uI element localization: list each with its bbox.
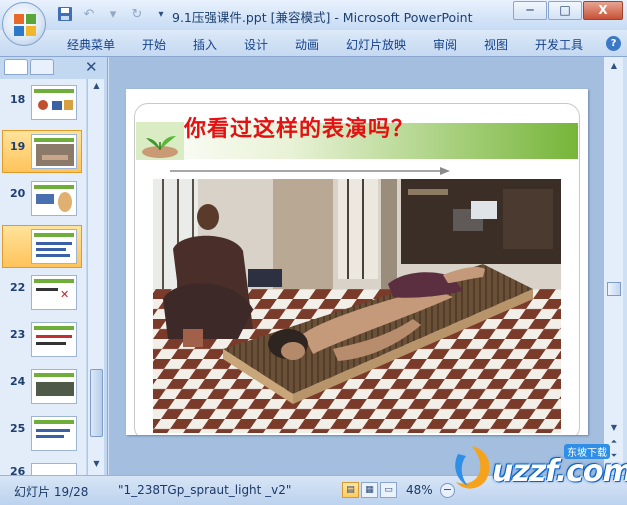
thumb-number: 23 xyxy=(10,328,26,341)
thumb-number: 20 xyxy=(10,187,26,200)
slide-sorter-icon[interactable]: ▦ xyxy=(361,482,378,498)
slide-thumbnail-18[interactable] xyxy=(31,85,77,120)
tab-animations[interactable]: 动画 xyxy=(295,36,319,53)
watermark-subtext: 东坡下载 xyxy=(564,444,610,459)
customize-qat-icon[interactable]: ▾ xyxy=(152,6,170,24)
save-icon[interactable] xyxy=(56,6,74,24)
thumb-number: 19 xyxy=(10,140,26,153)
window-controls: ─ □ X xyxy=(513,1,623,20)
thumbnail-scrollbar[interactable]: ▲ ▼ xyxy=(87,79,104,475)
tab-developer[interactable]: 开发工具 xyxy=(535,36,583,53)
slide-thumbnail-24[interactable] xyxy=(31,369,77,404)
slide-workspace: 你看过这样的表演吗？ xyxy=(109,57,603,475)
minimize-button[interactable]: ─ xyxy=(513,1,547,20)
scroll-thumb[interactable] xyxy=(90,369,103,437)
tab-slideshow[interactable]: 幻灯片放映 xyxy=(346,36,406,53)
thumbnail-list: 18 19 20 22 ✕ 23 24 25 26 xyxy=(0,79,86,475)
slide-title[interactable]: 你看过这样的表演吗？ xyxy=(184,111,414,143)
slide-thumbnail-19[interactable] xyxy=(31,134,77,169)
scroll-thumb[interactable] xyxy=(607,282,621,296)
chevron-down-icon[interactable]: ▾ xyxy=(104,6,122,24)
tab-home[interactable]: 开始 xyxy=(142,36,166,53)
sprout-hand-icon xyxy=(136,122,184,160)
scroll-up-icon[interactable]: ▲ xyxy=(90,81,103,94)
undo-icon[interactable]: ↶ xyxy=(80,6,98,24)
slideshow-icon[interactable]: ▭ xyxy=(380,482,397,498)
slide-counter: 幻灯片 19/28 xyxy=(14,485,89,499)
watermark-text: uzzf.com xyxy=(492,454,627,489)
decorative-arrow xyxy=(170,167,450,175)
slide-thumbnail-22[interactable]: ✕ xyxy=(31,275,77,310)
thumb-number: 25 xyxy=(10,422,26,435)
thumb-number: 26 xyxy=(10,465,26,475)
normal-view-icon[interactable]: ▤ xyxy=(342,482,359,498)
slides-pane: ✕ 18 19 20 22 ✕ 23 24 25 26 ▲ ▼ xyxy=(0,57,108,475)
tab-insert[interactable]: 插入 xyxy=(193,36,217,53)
watermark-logo: uzzf.com 东坡下载 xyxy=(448,440,627,496)
window-title: 9.1压强课件.ppt [兼容模式] - Microsoft PowerPoin… xyxy=(172,10,473,25)
scroll-down-icon[interactable]: ▼ xyxy=(90,459,103,472)
slide-thumbnail-25[interactable] xyxy=(31,416,77,451)
slide-thumbnail-21[interactable] xyxy=(31,229,77,264)
scroll-down-icon[interactable]: ▼ xyxy=(607,423,621,435)
tab-slides-icon[interactable] xyxy=(4,59,28,75)
close-icon[interactable]: ✕ xyxy=(85,58,98,76)
slide-thumbnail-20[interactable] xyxy=(31,181,77,216)
watermark-swirl-icon xyxy=(455,446,490,489)
scroll-up-icon[interactable]: ▲ xyxy=(607,61,621,73)
ribbon-tab-bar: 经典菜单 开始 插入 设计 动画 幻灯片放映 审阅 视图 开发工具 ? xyxy=(0,30,627,57)
title-bar: ↶ ▾ ↻ ▾ 9.1压强课件.ppt [兼容模式] - Microsoft P… xyxy=(0,0,627,30)
tab-review[interactable]: 审阅 xyxy=(433,36,457,53)
quick-access-toolbar: ↶ ▾ ↻ ▾ xyxy=(56,6,170,24)
thumb-number: 22 xyxy=(10,281,26,294)
thumb-number: 24 xyxy=(10,375,26,388)
office-button[interactable] xyxy=(2,2,46,46)
slide-thumbnail-26[interactable] xyxy=(31,463,77,475)
tab-outline-icon[interactable] xyxy=(30,59,54,75)
tab-view[interactable]: 视图 xyxy=(484,36,508,53)
slide-thumbnail-23[interactable] xyxy=(31,322,77,357)
slide-canvas[interactable]: 你看过这样的表演吗？ xyxy=(126,89,588,435)
thumb-number: 18 xyxy=(10,93,26,106)
view-buttons: ▤ ▦ ▭ xyxy=(342,482,397,498)
office-logo-icon xyxy=(14,14,36,36)
close-button[interactable]: X xyxy=(583,1,623,20)
theme-name: "1_238TGp_spraut_light _v2" xyxy=(118,483,292,497)
bed-of-nails-photo[interactable] xyxy=(153,179,561,433)
workspace-scrollbar[interactable]: ▲ ▼ ⏶ ⏷ xyxy=(603,57,623,475)
pane-tabs xyxy=(4,59,54,75)
tab-design[interactable]: 设计 xyxy=(244,36,268,53)
help-icon[interactable]: ? xyxy=(606,36,621,51)
tab-classic-menu[interactable]: 经典菜单 xyxy=(67,36,115,53)
redo-icon[interactable]: ↻ xyxy=(128,6,146,24)
zoom-level[interactable]: 48% xyxy=(406,483,433,497)
maximize-button[interactable]: □ xyxy=(548,1,582,20)
